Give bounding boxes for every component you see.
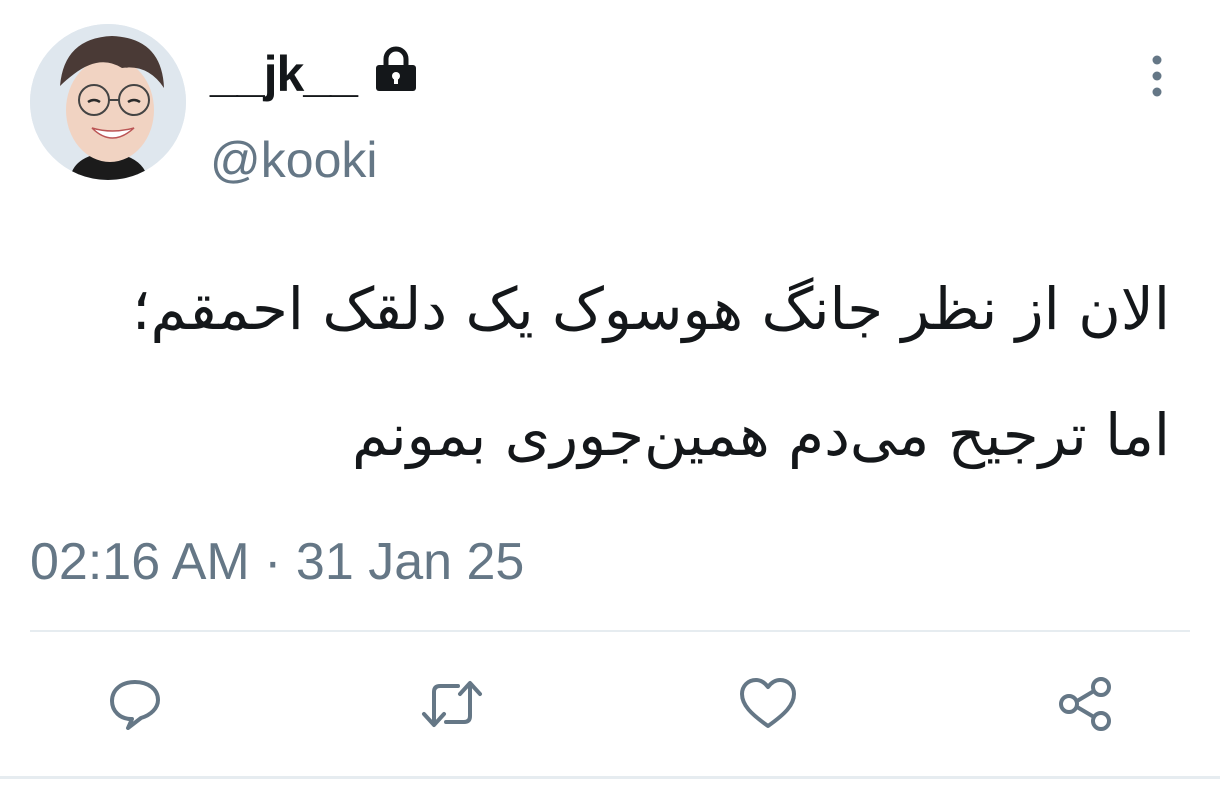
avatar[interactable] bbox=[30, 24, 186, 180]
timestamp[interactable]: 02:16 AM · 31 Jan 25 bbox=[30, 530, 524, 594]
display-name[interactable]: __jk__ bbox=[210, 38, 358, 110]
retweet-icon bbox=[422, 681, 482, 727]
avatar-image bbox=[30, 24, 186, 180]
share-icon bbox=[1059, 677, 1111, 731]
tweet: __jk__ @kooki الان از نظر جانگ هوسوک یک … bbox=[0, 0, 1220, 795]
reply-button[interactable] bbox=[99, 668, 171, 740]
tweet-text: الان از نظر جانگ هوسوک یک دلقک احمقم؛ ام… bbox=[30, 246, 1170, 498]
like-button[interactable] bbox=[732, 668, 804, 740]
like-icon bbox=[740, 678, 796, 728]
tweet-text-line: الان از نظر جانگ هوسوک یک دلقک احمقم؛ bbox=[132, 275, 1170, 343]
divider bbox=[0, 776, 1220, 779]
lock-icon bbox=[376, 46, 416, 91]
retweet-button[interactable] bbox=[416, 668, 488, 740]
share-button[interactable] bbox=[1049, 668, 1121, 740]
reply-icon bbox=[110, 680, 160, 730]
divider bbox=[30, 630, 1190, 632]
tweet-text-line: اما ترجیح می‌دم همین‌جوری بمونم bbox=[351, 401, 1170, 469]
username-handle[interactable]: @kooki bbox=[210, 128, 377, 192]
more-vertical-icon[interactable] bbox=[1140, 52, 1174, 100]
